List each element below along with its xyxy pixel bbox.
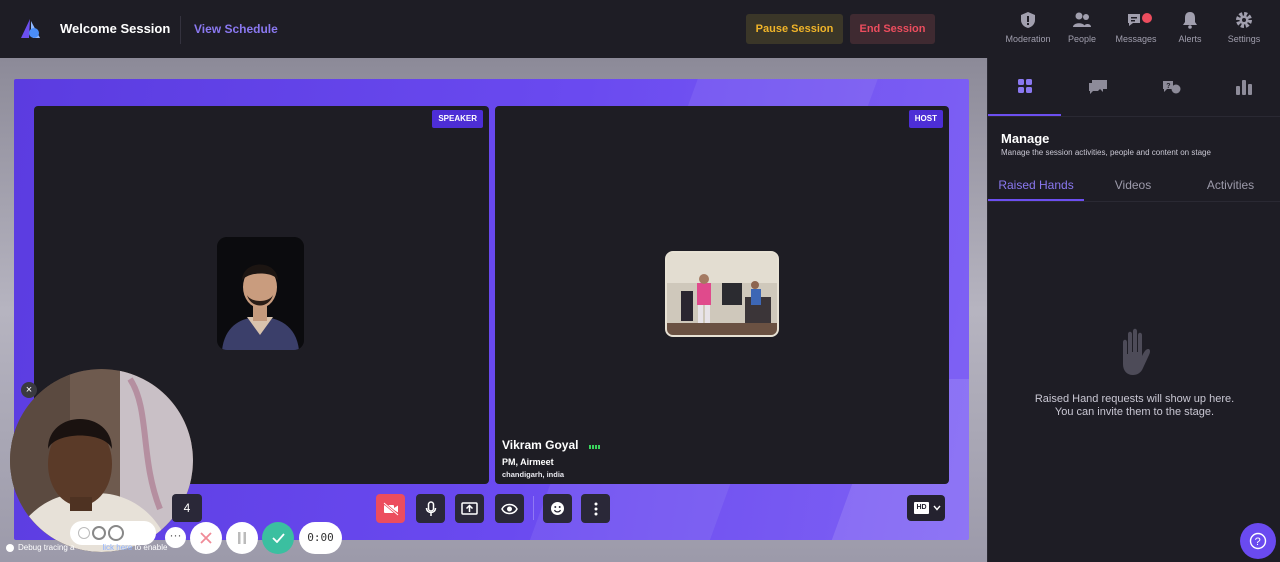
nav-people[interactable]: People — [1054, 11, 1110, 51]
camera-off-icon — [382, 501, 399, 516]
pause-icon — [238, 532, 246, 544]
host-role: PM, Airmeet — [502, 457, 554, 468]
session-title: Welcome Session — [60, 21, 171, 36]
recorder-more-button[interactable]: ··· — [165, 527, 186, 548]
tab-videos[interactable]: Videos — [1088, 178, 1178, 201]
debug-enable-link[interactable]: lick here — [102, 543, 132, 552]
shield-icon — [1021, 12, 1035, 28]
close-icon: × — [25, 384, 33, 396]
questions-icon: ? — [1162, 81, 1180, 94]
bell-icon — [1183, 12, 1197, 29]
manage-panel: ? Manage Manage the session activities, … — [987, 58, 1280, 562]
eye-icon — [501, 503, 518, 514]
subtab-divider — [988, 201, 1280, 202]
host-video — [665, 251, 779, 337]
nav-messages-label: Messages — [1115, 34, 1157, 44]
host-badge: HOST — [908, 110, 943, 128]
host-location: chandigarh, india — [502, 470, 565, 480]
pause-session-button[interactable]: Pause Session — [746, 14, 843, 44]
raised-hands-empty-message: Raised Hand requests will show up here. … — [1034, 393, 1235, 418]
tab-manage[interactable] — [988, 58, 1061, 116]
chevron-down-icon — [933, 505, 941, 511]
participant-count: 4 — [172, 494, 202, 522]
camera-shape-toggle[interactable] — [70, 521, 156, 545]
screen-share-button[interactable] — [455, 494, 484, 523]
microphone-icon — [425, 500, 436, 516]
more-options-button[interactable] — [581, 494, 610, 523]
tab-questions[interactable]: ? — [1134, 58, 1207, 116]
shape-option-dot[interactable] — [78, 527, 90, 539]
nav-messages[interactable]: Messages — [1108, 11, 1164, 51]
nav-settings-label: Settings — [1227, 34, 1261, 44]
camera-toggle-button[interactable] — [376, 494, 405, 523]
video-quality-select[interactable]: HD — [907, 495, 945, 521]
tab-activities[interactable]: Activities — [1183, 178, 1278, 201]
recording-timer: 0:00 — [299, 522, 342, 554]
check-icon — [271, 533, 285, 543]
title-divider — [180, 16, 181, 44]
speaker-video — [217, 237, 304, 350]
panel-title: Manage — [1001, 131, 1050, 146]
airmeet-logo-icon — [21, 19, 40, 38]
nav-moderation-label: Moderation — [1005, 34, 1051, 44]
debug-text: Debug tracing a — [18, 543, 75, 552]
end-session-button[interactable]: End Session — [850, 14, 935, 44]
bar-chart-icon — [1235, 80, 1252, 95]
svg-text:?: ? — [1255, 536, 1261, 548]
speaker-badge: SPEAKER — [432, 110, 483, 128]
more-vertical-icon — [594, 502, 597, 515]
grid-icon — [1017, 79, 1032, 93]
tab-raised-hands[interactable]: Raised Hands — [988, 178, 1084, 201]
audio-level-indicator — [588, 436, 601, 454]
host-tile[interactable]: HOST Vikram Goyal PM, Airmeet chandigarh… — [495, 106, 949, 484]
nav-alerts[interactable]: Alerts — [1162, 11, 1218, 51]
chat-icon — [1088, 80, 1107, 94]
screen-share-icon — [461, 501, 478, 515]
help-button[interactable]: ? — [1240, 523, 1276, 559]
nav-people-label: People — [1067, 34, 1097, 44]
shape-option-large[interactable] — [108, 525, 124, 541]
view-schedule-link[interactable]: View Schedule — [194, 22, 278, 36]
close-icon — [200, 532, 212, 544]
debug-tracing-bar: Debug tracing a lick here to enable — [0, 543, 167, 559]
recorder-pause-button[interactable] — [226, 522, 258, 554]
smiley-icon — [551, 502, 564, 515]
reactions-button[interactable] — [543, 494, 572, 523]
shape-option-circle[interactable] — [92, 526, 106, 540]
nav-moderation[interactable]: Moderation — [1000, 11, 1056, 51]
host-info: Vikram Goyal PM, Airmeet chandigarh, ind… — [502, 436, 601, 479]
top-bar: Welcome Session View Schedule Pause Sess… — [0, 0, 1280, 58]
microphone-button[interactable] — [416, 494, 445, 523]
panel-subtitle: Manage the session activities, people an… — [1001, 148, 1211, 157]
host-name: Vikram Goyal — [502, 438, 579, 453]
debug-status-dot — [6, 543, 14, 552]
tab-polls[interactable] — [1207, 58, 1280, 116]
raised-hand-icon — [1123, 328, 1150, 375]
help-icon: ? — [1249, 532, 1267, 550]
people-icon — [1073, 12, 1091, 27]
hd-badge: HD — [914, 502, 929, 514]
recorder-done-button[interactable] — [262, 522, 294, 554]
nav-alerts-label: Alerts — [1178, 34, 1202, 44]
recorder-cancel-button[interactable] — [190, 522, 222, 554]
svg-text:?: ? — [1166, 83, 1170, 90]
nav-settings[interactable]: Settings — [1216, 11, 1272, 51]
tab-divider — [988, 116, 1280, 117]
view-mode-button[interactable] — [495, 494, 524, 523]
control-divider — [533, 496, 534, 520]
tab-chat[interactable] — [1061, 58, 1134, 116]
unread-dot — [1142, 13, 1152, 23]
close-preview-button[interactable]: × — [21, 382, 37, 398]
debug-suffix-text: to enable — [132, 543, 168, 552]
gear-icon — [1236, 12, 1252, 28]
